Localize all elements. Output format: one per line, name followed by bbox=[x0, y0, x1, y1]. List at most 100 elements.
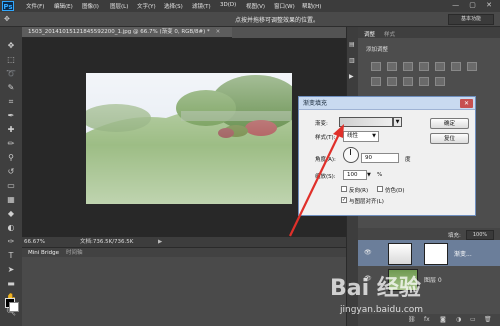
gradient-fill-dialog: 渐变填充 ✕ 渐变: ▼ 样式(T): 线性 ▼ 角度(A): 90 度 缩放(… bbox=[298, 96, 476, 216]
workspace-switcher[interactable]: 基本功能 bbox=[448, 14, 494, 25]
crop-tool-icon[interactable]: ⌗ bbox=[5, 97, 17, 107]
actions-panel-icon[interactable]: ▶ bbox=[349, 73, 354, 80]
lasso-tool-icon[interactable]: ➰ bbox=[5, 69, 17, 79]
path-select-tool-icon[interactable]: ➤ bbox=[5, 265, 17, 275]
move-tool-icon[interactable]: ✥ bbox=[5, 41, 17, 51]
park-photo bbox=[86, 73, 292, 204]
invert-adjust-icon[interactable] bbox=[419, 77, 429, 86]
add-mask-icon[interactable]: ◙ bbox=[440, 316, 446, 323]
document-size: 文档:736.5K/736.5K bbox=[80, 239, 134, 245]
baidu-watermark: Bai 经验 bbox=[330, 276, 421, 301]
hue-adjust-icon[interactable] bbox=[451, 62, 461, 71]
balance-adjust-icon[interactable] bbox=[467, 62, 477, 71]
mixer-adjust-icon[interactable] bbox=[403, 77, 413, 86]
type-tool-icon[interactable]: T bbox=[5, 251, 17, 261]
menu-image[interactable]: 图像(I) bbox=[82, 2, 99, 10]
layer-row-gradient[interactable]: 👁︎ 渐变... bbox=[358, 240, 500, 266]
chevron-down-icon: ▼ bbox=[372, 133, 376, 139]
angle-dial[interactable] bbox=[343, 147, 359, 163]
align-with-layer-label: 与图层对齐(L) bbox=[349, 199, 384, 205]
clone-stamp-tool-icon[interactable]: ⚲ bbox=[5, 153, 17, 163]
menu-3d[interactable]: 3D(D) bbox=[220, 2, 236, 8]
menu-window[interactable]: 窗口(W) bbox=[274, 2, 295, 10]
align-with-layer-checkbox[interactable]: ✓ bbox=[341, 197, 347, 203]
quick-select-tool-icon[interactable]: ✎ bbox=[5, 83, 17, 93]
window-controls[interactable]: — ▢ ✕ bbox=[452, 1, 496, 9]
layer-mask-thumbnail[interactable] bbox=[424, 243, 448, 265]
shape-tool-icon[interactable]: ▬ bbox=[5, 279, 17, 289]
menu-select[interactable]: 选择(S) bbox=[164, 2, 183, 10]
scale-label: 缩放(S): bbox=[315, 174, 336, 180]
reverse-label: 反向(R) bbox=[349, 188, 369, 194]
delete-layer-icon[interactable]: 🗑︎ bbox=[484, 316, 492, 323]
close-icon[interactable]: ✕ bbox=[460, 99, 473, 108]
curves-adjust-icon[interactable] bbox=[403, 62, 413, 71]
angle-input[interactable]: 90 bbox=[361, 153, 399, 163]
brightness-adjust-icon[interactable] bbox=[371, 62, 381, 71]
menu-layer[interactable]: 图层(L) bbox=[110, 2, 128, 10]
properties-panel-icon[interactable]: ▥ bbox=[349, 57, 355, 64]
options-bar: ✥ 点按并拖移可调整效果的位置。 基本功能 bbox=[0, 12, 500, 27]
tab-styles[interactable]: 样式 bbox=[384, 30, 395, 38]
menu-type[interactable]: 文字(Y) bbox=[137, 2, 156, 10]
pen-tool-icon[interactable]: ✑ bbox=[5, 237, 17, 247]
exposure-adjust-icon[interactable] bbox=[419, 62, 429, 71]
scale-dropdown-icon[interactable]: ▼ bbox=[367, 170, 374, 180]
mini-bridge-panel bbox=[22, 257, 346, 326]
ok-button[interactable]: 确定 bbox=[430, 118, 469, 129]
status-bar: 66.67% 文档:736.5K/736.5K ▶ bbox=[22, 237, 346, 247]
visibility-eye-icon[interactable]: 👁︎ bbox=[364, 249, 372, 256]
status-menu-arrow-icon[interactable]: ▶ bbox=[158, 237, 162, 247]
brush-tool-icon[interactable]: ✏ bbox=[5, 139, 17, 149]
layer-name[interactable]: 渐变... bbox=[454, 249, 472, 258]
menu-help[interactable]: 帮助(H) bbox=[302, 2, 321, 10]
background-color-swatch[interactable] bbox=[9, 302, 19, 312]
layers-header: 填充: 100% bbox=[358, 228, 500, 240]
menu-file[interactable]: 文件(F) bbox=[26, 2, 44, 10]
marquee-tool-icon[interactable]: ⬚ bbox=[5, 55, 17, 65]
document-canvas[interactable] bbox=[86, 73, 292, 204]
fill-label: 填充: bbox=[448, 233, 461, 239]
levels-adjust-icon[interactable] bbox=[387, 62, 397, 71]
new-adjustment-icon[interactable]: ◑ bbox=[456, 316, 461, 323]
chevron-down-icon[interactable]: ▼ bbox=[393, 117, 402, 127]
blur-tool-icon[interactable]: ◆ bbox=[5, 209, 17, 219]
menu-view[interactable]: 视图(V) bbox=[246, 2, 265, 10]
close-tab-icon[interactable]: ✕ bbox=[216, 29, 221, 35]
new-group-icon[interactable]: ▭ bbox=[470, 316, 476, 323]
fill-input[interactable]: 100% bbox=[466, 230, 494, 240]
history-panel-icon[interactable]: ▤ bbox=[349, 41, 355, 48]
reset-button[interactable]: 复位 bbox=[430, 133, 469, 144]
style-select[interactable]: 线性 ▼ bbox=[343, 131, 379, 142]
dither-checkbox[interactable] bbox=[377, 186, 383, 192]
zoom-level[interactable]: 66.67% bbox=[24, 237, 45, 247]
eyedropper-tool-icon[interactable]: ✒ bbox=[5, 111, 17, 121]
tool-preset-icon[interactable]: ✥ bbox=[4, 15, 10, 23]
watermark-url: jingyan.baidu.com bbox=[340, 305, 424, 315]
healing-brush-tool-icon[interactable]: ✚ bbox=[5, 125, 17, 135]
layers-footer: ⛓ fx ◙ ◑ ▭ 🗑︎ bbox=[358, 314, 500, 326]
angle-unit: 度 bbox=[405, 157, 411, 163]
link-layers-icon[interactable]: ⛓ bbox=[408, 316, 416, 323]
bw-adjust-icon[interactable] bbox=[371, 77, 381, 86]
reverse-checkbox[interactable] bbox=[341, 186, 347, 192]
document-tab[interactable]: 1503_20141015121845592200_1.jpg @ 66.7% … bbox=[22, 27, 232, 38]
dodge-tool-icon[interactable]: ◐ bbox=[5, 223, 17, 233]
dither-label: 仿色(D) bbox=[385, 188, 405, 194]
history-brush-tool-icon[interactable]: ↺ bbox=[5, 167, 17, 177]
style-value: 线性 bbox=[347, 133, 359, 139]
layer-style-icon[interactable]: fx bbox=[424, 316, 430, 323]
vibrance-adjust-icon[interactable] bbox=[435, 62, 445, 71]
gradient-tool-icon[interactable]: ▦ bbox=[5, 195, 17, 205]
eraser-tool-icon[interactable]: ▭ bbox=[5, 181, 17, 191]
menu-filter[interactable]: 滤镜(T) bbox=[192, 2, 211, 10]
scale-input[interactable]: 100 bbox=[343, 170, 367, 180]
tab-adjustments[interactable]: 调整 bbox=[364, 30, 375, 38]
dialog-title: 渐变填充 bbox=[299, 97, 475, 110]
threshold-adjust-icon[interactable] bbox=[435, 77, 445, 86]
gradient-swatch[interactable] bbox=[339, 117, 393, 127]
adjust-panel-header: 调整 样式 bbox=[358, 27, 500, 38]
menu-edit[interactable]: 编辑(E) bbox=[54, 2, 73, 10]
photo-filter-adjust-icon[interactable] bbox=[387, 77, 397, 86]
layer-name[interactable]: 图层 0 bbox=[424, 275, 442, 284]
